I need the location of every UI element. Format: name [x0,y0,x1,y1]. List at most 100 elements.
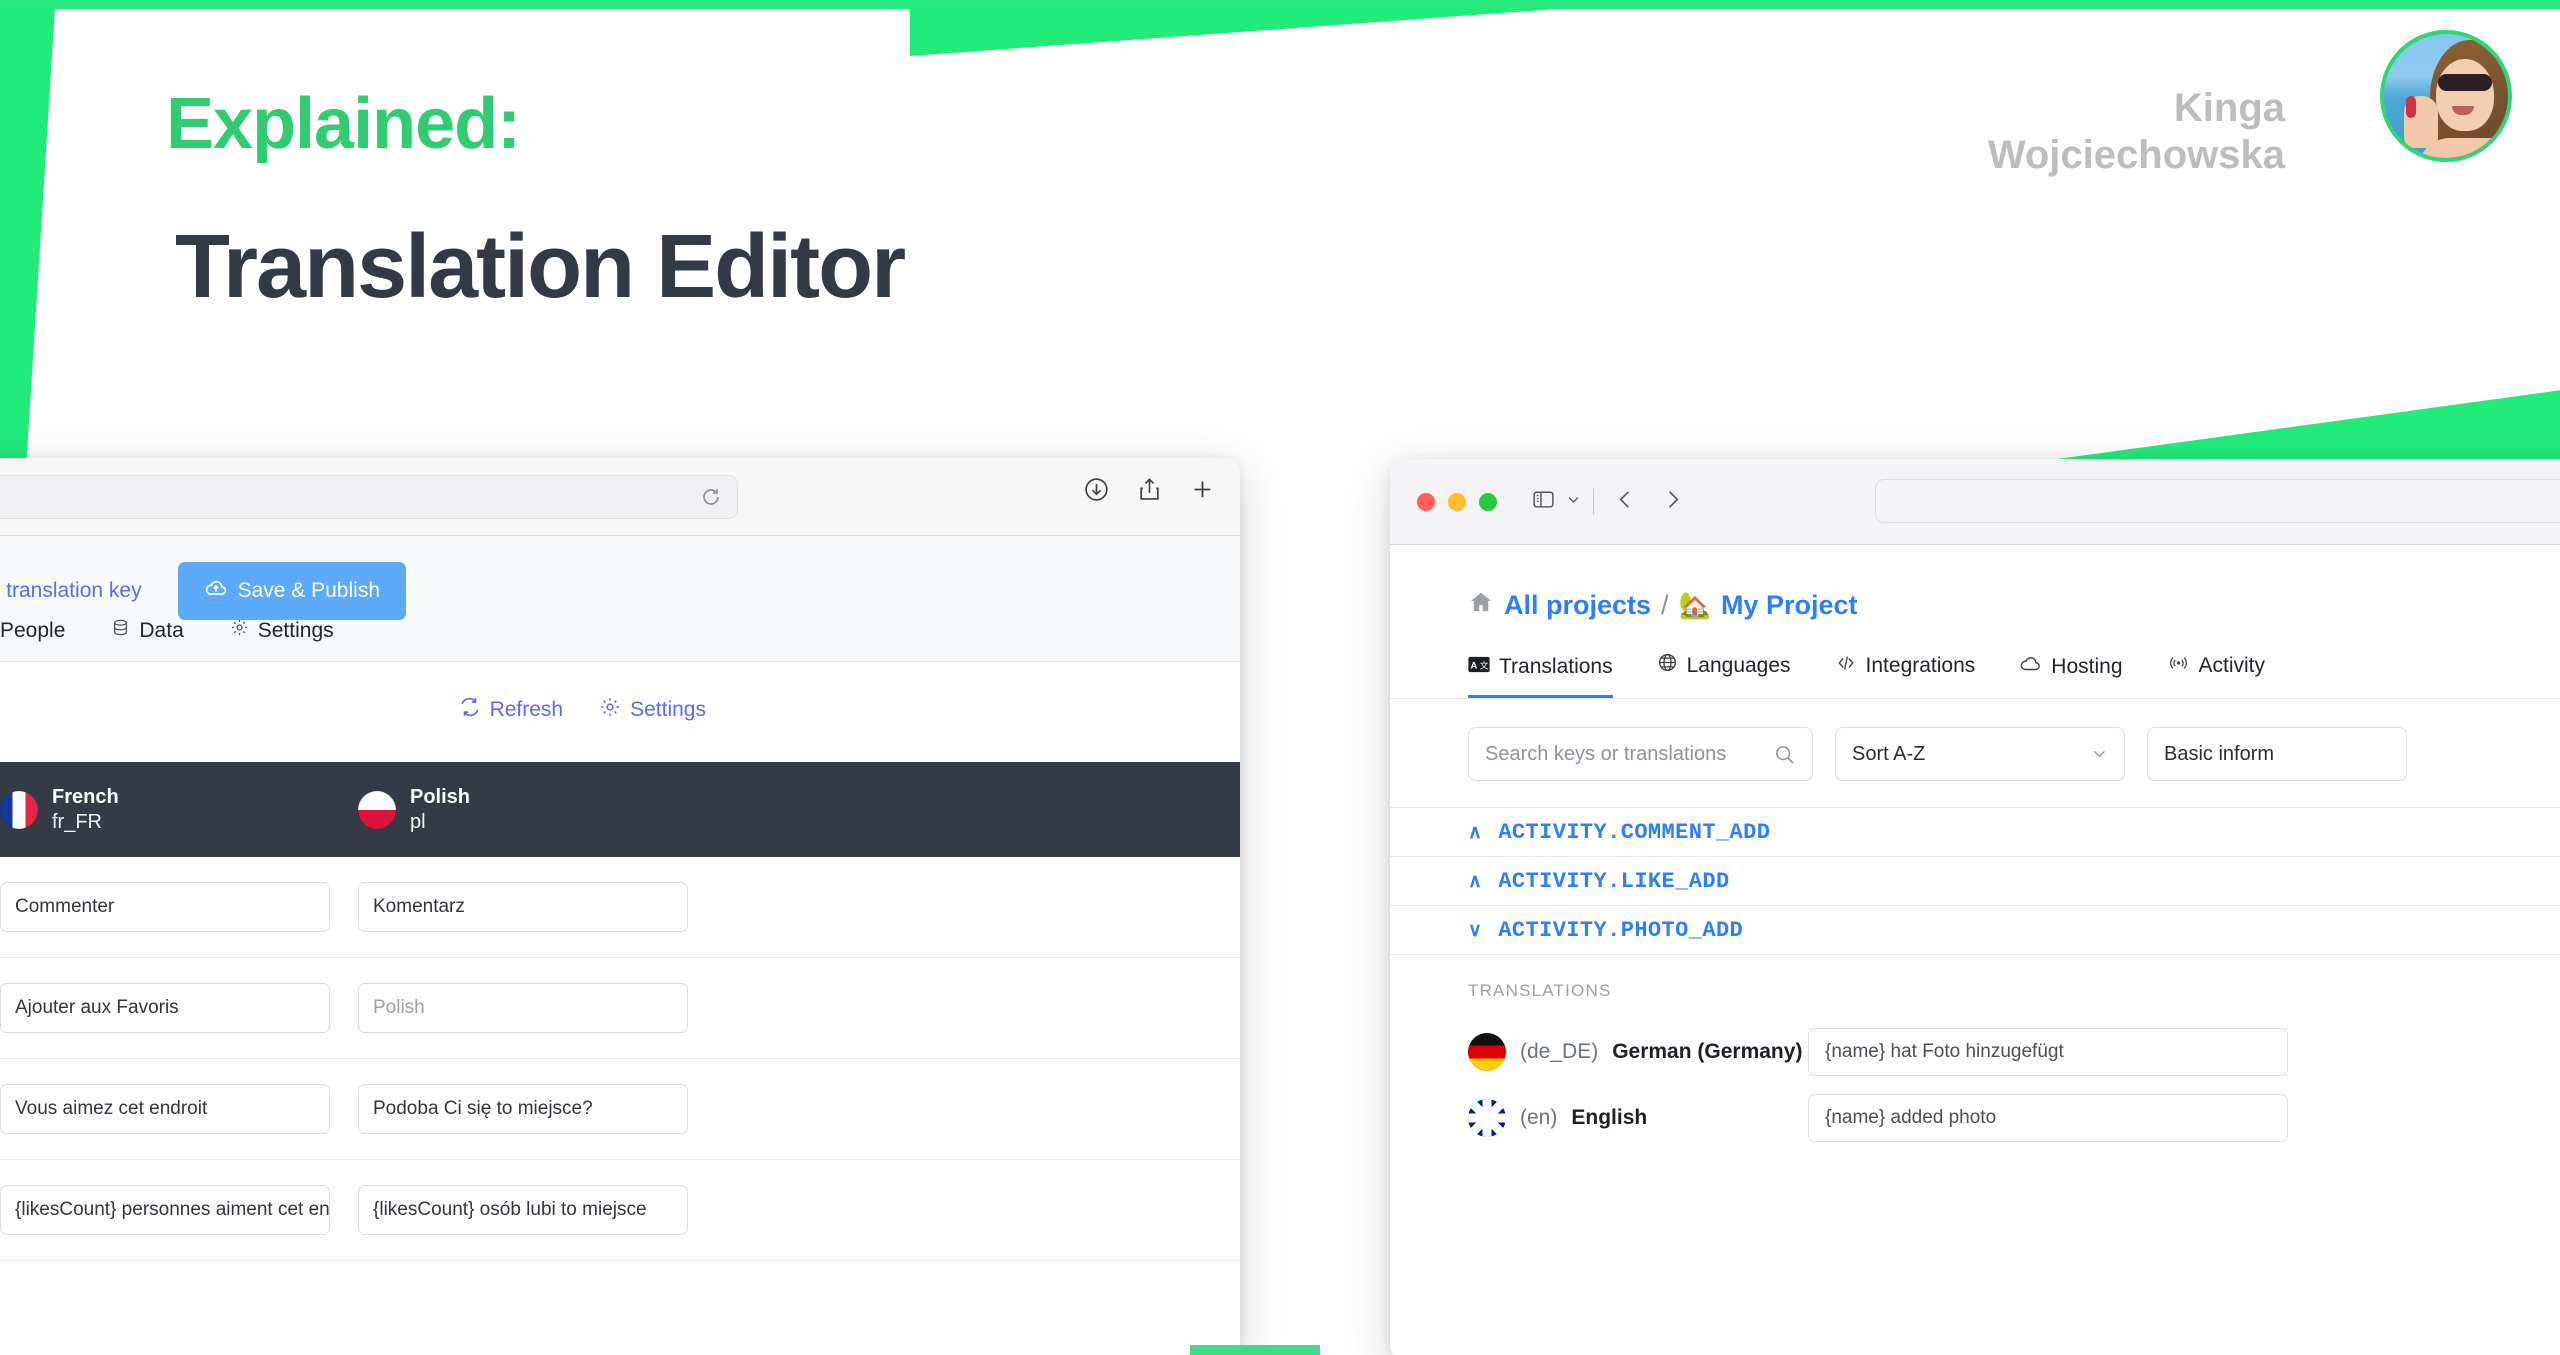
translation-input-french[interactable]: Ajouter aux Favoris [0,983,330,1033]
table-cell-polish: Polish [358,983,716,1033]
table-cell-polish: {likesCount} osób lubi to miejsce [358,1185,716,1235]
table-cell-french: Vous aimez cet endroit [0,1084,358,1134]
maximize-window-button[interactable] [1479,492,1497,511]
search-input[interactable]: Search keys or translations [1468,727,1813,781]
breadcrumb-all-projects[interactable]: All projects [1504,590,1651,621]
sidebar-toggle[interactable] [1531,487,1581,517]
flag-poland-icon [358,790,396,829]
right-window-page: All projects / 🏡 My Project A 文 Translat… [1390,545,2560,1355]
translation-key-name: ACTIVITY.COMMENT_ADD [1498,819,1771,845]
left-browser-toolbar [0,458,1240,536]
list-item[interactable]: ∧ ACTIVITY.COMMENT_ADD [1390,808,2560,857]
language-code: (en) [1520,1106,1558,1129]
minimize-window-button[interactable] [1448,492,1466,511]
tab-settings[interactable]: Settings [230,618,334,643]
banner-header: Explained: Translation Editor Kinga Wojc… [0,0,2560,440]
left-app-bar: + Add translation key Save & Publish [0,536,1240,662]
search-input-text: Search keys or translations [1485,742,1727,765]
translation-input-french[interactable]: {likesCount} personnes aiment cet endroi… [0,1185,330,1235]
breadcrumb: All projects / 🏡 My Project [1390,545,2560,622]
refresh-button[interactable]: Refresh [459,696,564,724]
list-item[interactable]: ∨ ACTIVITY.PHOTO_ADD [1390,906,2560,955]
safari-address-bar[interactable] [1875,479,2560,523]
home-icon[interactable] [1468,589,1494,622]
left-window-page: + Add translation key Save & Publish [0,536,1240,1355]
avatar-sunglasses [2438,74,2492,91]
reload-icon[interactable] [699,486,723,510]
tab-activity[interactable]: Activity [2167,653,2266,698]
new-tab-icon[interactable] [1189,476,1216,503]
window-traffic-lights [1417,492,1497,511]
left-toolbar-icons [1083,476,1216,503]
downloads-icon[interactable] [1083,476,1110,503]
safari-nav-buttons [1614,488,1684,516]
translation-language-english: (en) English [1468,1099,1808,1137]
tab-people[interactable]: People [0,619,65,643]
language-name: German (Germany) [1612,1040,1803,1063]
translation-input-polish[interactable]: Podoba Ci się to miejsce? [358,1084,688,1134]
screenshot-canvas: Explained: Translation Editor Kinga Wojc… [0,0,2560,1355]
tab-data[interactable]: Data [111,618,184,643]
table-row: Commenter Komentarz [0,857,1240,958]
sort-select-value: Sort A-Z [1852,742,1926,765]
left-sub-actions: Refresh Settings [459,696,706,724]
tab-translations-label: Translations [1499,655,1613,678]
chevron-up-icon[interactable]: ∧ [1468,821,1482,844]
tab-activity-label: Activity [2198,654,2266,677]
chevron-down-icon[interactable]: ∨ [1468,919,1482,942]
share-icon[interactable] [1136,476,1163,503]
chevron-up-icon[interactable]: ∧ [1468,870,1482,893]
tab-hosting[interactable]: Hosting [2019,654,2123,698]
translation-input-french[interactable]: Vous aimez cet endroit [0,1084,330,1134]
tab-languages[interactable]: Languages [1657,652,1791,698]
svg-text:文: 文 [1480,660,1489,670]
translation-input-polish[interactable]: Komentarz [358,882,688,932]
left-address-bar[interactable] [0,475,738,519]
close-window-button[interactable] [1417,492,1435,511]
translation-input-polish[interactable]: Polish [358,983,688,1033]
settings-button[interactable]: Settings [599,696,706,724]
add-translation-key-button[interactable]: + Add translation key [0,578,142,604]
tab-translations[interactable]: A 文 Translations [1468,655,1613,698]
flag-france-icon [0,790,38,829]
list-item[interactable]: ∧ ACTIVITY.LIKE_ADD [1390,857,2560,906]
table-cell-polish: Komentarz [358,882,716,932]
breadcrumb-project-name[interactable]: My Project [1721,590,1858,621]
table-row: {likesCount} personnes aiment cet endroi… [0,1160,1240,1261]
info-select[interactable]: Basic inform [2147,727,2407,781]
translation-row: (en) English {name} added photo [1468,1085,2560,1151]
tab-hosting-label: Hosting [2051,654,2123,678]
left-sub-bar: Refresh Settings [0,662,1240,762]
chevron-down-icon[interactable] [1566,492,1581,512]
info-select-value: Basic inform [2164,742,2275,765]
author-name: Kinga Wojciechowska [1988,85,2285,179]
table-row: Vous aimez cet endroit Podoba Ci się to … [0,1059,1240,1160]
sort-select[interactable]: Sort A-Z [1835,727,2125,781]
forward-button[interactable] [1661,488,1684,516]
save-and-publish-button[interactable]: Save & Publish [177,562,406,620]
tab-data-label: Data [139,618,184,642]
author-first-name: Kinga [2173,86,2285,130]
left-browser-window: + Add translation key Save & Publish [0,458,1240,1355]
expanded-key-panel: TRANSLATIONS (de_DE) German (Germany) {n… [1390,955,2560,1151]
translation-value-input-german[interactable]: {name} hat Foto hinzugefügt [1808,1028,2288,1076]
tab-settings-label: Settings [257,618,334,642]
tab-languages-label: Languages [1686,653,1791,677]
gear-icon [599,696,621,724]
back-button[interactable] [1614,488,1637,516]
translation-row: (de_DE) German (Germany) {name} hat Foto… [1468,1019,2560,1085]
sidebar-icon [1531,487,1556,517]
translation-value-input-english[interactable]: {name} added photo [1808,1094,2288,1142]
refresh-label: Refresh [489,698,564,721]
left-nav-tabs: People Data Settings [0,618,334,661]
tab-integrations[interactable]: Integrations [1835,653,1975,698]
translation-key-name: ACTIVITY.PHOTO_ADD [1498,917,1744,943]
search-icon [1773,743,1796,772]
cloud-icon [2019,654,2042,679]
translation-input-polish[interactable]: {likesCount} osób lubi to miejsce [358,1185,688,1235]
language-code: (de_DE) [1520,1040,1599,1063]
toolbar-divider [1593,488,1594,515]
translation-input-french[interactable]: Commenter [0,882,330,932]
translations-section-label: TRANSLATIONS [1468,981,1612,1000]
column-header-polish: Polish pl [358,785,716,835]
